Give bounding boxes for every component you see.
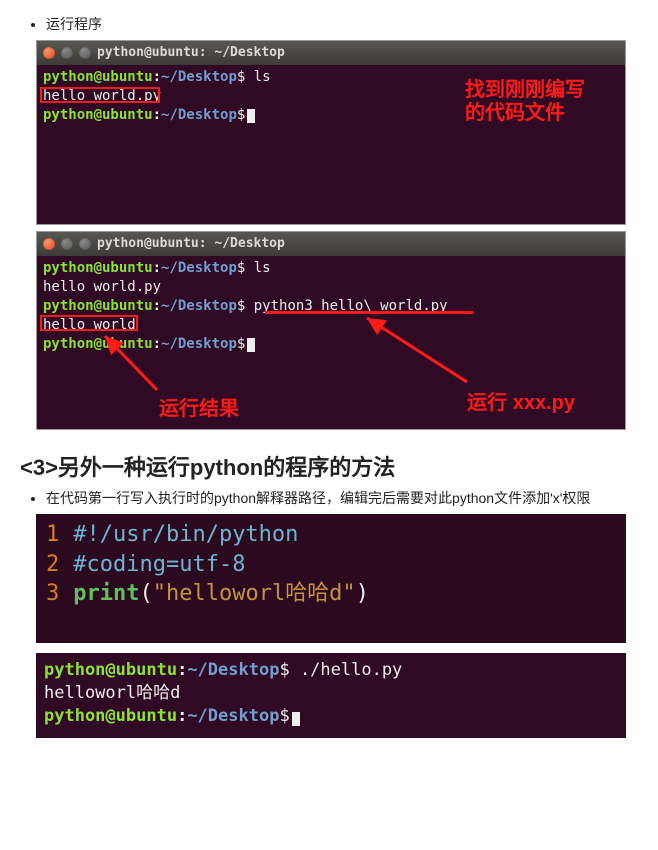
window-titlebar: python@ubuntu: ~/Desktop <box>37 41 625 65</box>
red-highlight-box <box>40 315 138 331</box>
cursor-icon <box>292 712 300 726</box>
terminal-line: python@ubuntu:~/Desktop$ <box>43 335 619 354</box>
window-title: python@ubuntu: ~/Desktop <box>97 44 285 62</box>
red-highlight-box <box>40 87 160 103</box>
maximize-icon <box>79 47 91 59</box>
terminal-output: hello world.py <box>43 278 619 297</box>
annotation-result: 运行结果 <box>159 398 239 421</box>
close-icon <box>43 238 55 250</box>
annotation-find-file: 找到刚刚编写的代码文件 <box>465 79 585 125</box>
terminal-line: python@ubuntu:~/Desktop$ ./hello.py <box>44 659 618 682</box>
code-editor: 1#!/usr/bin/python 2#coding=utf-8 3print… <box>36 514 626 643</box>
bullet-run-program: 运行程序 <box>46 14 638 34</box>
minimize-icon <box>61 47 73 59</box>
terminal-exec: python@ubuntu:~/Desktop$ ./hello.py hell… <box>36 653 626 738</box>
terminal-window-2: python@ubuntu: ~/Desktop python@ubuntu:~… <box>36 231 626 430</box>
code-line: 2#coding=utf-8 <box>46 550 616 580</box>
section-heading-3: <3>另外一种运行python的程序的方法 <box>20 450 638 482</box>
annotation-run-py: 运行 xxx.py <box>467 392 575 415</box>
bullet-shebang-instruction: 在代码第一行写入执行时的python解释器路径，编辑完后需要对此python文件… <box>46 488 638 508</box>
red-underline <box>265 311 473 314</box>
terminal-window-1: python@ubuntu: ~/Desktop python@ubuntu:~… <box>36 40 626 225</box>
close-icon <box>43 47 55 59</box>
terminal-line: python@ubuntu:~/Desktop$ <box>44 705 618 728</box>
window-title: python@ubuntu: ~/Desktop <box>97 235 285 253</box>
code-line: 3print("helloworl哈哈d") <box>46 579 616 609</box>
code-line: 1#!/usr/bin/python <box>46 520 616 550</box>
cursor-icon <box>247 338 255 352</box>
cursor-icon <box>247 109 255 123</box>
terminal-line: python@ubuntu:~/Desktop$ ls <box>43 259 619 278</box>
terminal-output: helloworl哈哈d <box>44 682 618 705</box>
minimize-icon <box>61 238 73 250</box>
window-titlebar: python@ubuntu: ~/Desktop <box>37 232 625 256</box>
maximize-icon <box>79 238 91 250</box>
